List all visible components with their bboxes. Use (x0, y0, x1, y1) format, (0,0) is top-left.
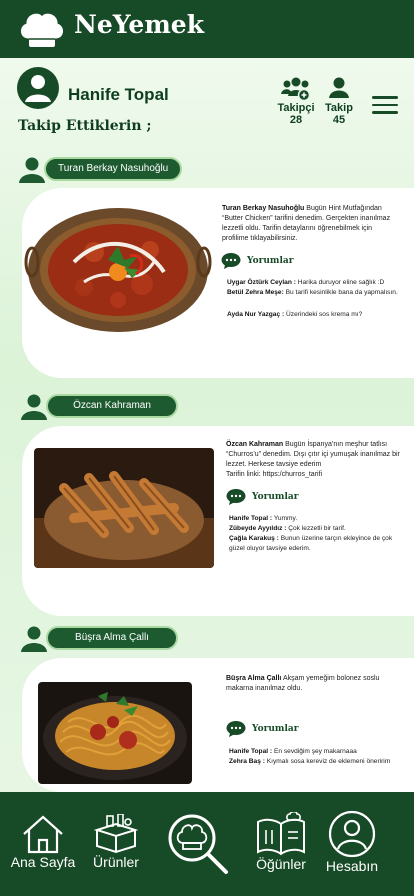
post-link[interactable]: Tarifin linki: https:/churros_tarifi (226, 471, 322, 478)
comments-label: Yorumlar (252, 492, 299, 502)
post-text: Büşra Alma Çallı Akşam yemeğim bolonez s… (226, 674, 402, 694)
nav-home-label: Ana Sayfa (10, 854, 76, 870)
comment-text: Harika duruyor eline sağlık :D (297, 279, 385, 286)
menu-line-icon (372, 111, 398, 114)
post-text: Turan Berkay Nasuhoğlu Bugün Hint Mutfağ… (222, 204, 396, 244)
comment: Zehra Baş : Kıymalı sosa kereviz de ekle… (229, 757, 401, 767)
following-count: 45 (332, 114, 346, 126)
comments-label: Yorumlar (247, 256, 294, 266)
app-title: NeYemek (74, 10, 205, 39)
followers-stat[interactable]: Takipçi 28 (274, 76, 318, 126)
speech-bubble-icon (226, 489, 246, 505)
nav-meals-label: Öğünler (256, 856, 306, 872)
comments-label: Yorumlar (252, 724, 299, 734)
chef-search-icon (168, 814, 228, 874)
comment-user[interactable]: Hanife Topal : (229, 748, 272, 755)
nav-products-label: Ürünler (93, 854, 139, 870)
food-photo[interactable] (24, 192, 212, 342)
followers-label: Takipçi (277, 102, 315, 114)
post-card: Özcan Kahraman Bugün İspanya’nın meşhur … (22, 426, 414, 616)
nav-account-label: Hesabın (325, 858, 379, 874)
speech-bubble-icon (221, 253, 241, 269)
nav-account[interactable]: Hesabın (318, 810, 386, 874)
followers-count: 28 (289, 114, 303, 126)
following-section-title: Takip Ettiklerin ; (18, 118, 152, 134)
following-stat[interactable]: Takip 45 (321, 76, 357, 126)
user-icon (21, 626, 47, 652)
user-icon (21, 394, 47, 420)
avatar[interactable] (16, 66, 60, 110)
user-icon (19, 157, 45, 183)
recipe-book-icon (257, 812, 305, 856)
comment-text: Yummy. (273, 515, 298, 522)
comment-user[interactable]: Ayda Nur Yazgaç : (227, 311, 284, 318)
food-photo[interactable] (38, 682, 192, 784)
grocery-box-icon (93, 814, 139, 854)
comment: Hanife Topal : Yummy. (229, 514, 401, 524)
followers-icon (281, 77, 311, 102)
comments-header[interactable]: Yorumlar (226, 721, 298, 737)
nav-products[interactable]: Ürünler (84, 814, 148, 870)
comment-user[interactable]: Uygar Öztürk Ceylan : (227, 279, 296, 286)
comment: Hanife Topal : En sevdiğim şey makarnaaa (229, 747, 401, 757)
bottom-nav: Ana Sayfa Ürünler Öğünler Hesabın (0, 792, 414, 896)
comment-text: En sevdiğim şey makarnaaa (273, 748, 357, 755)
nav-search[interactable] (164, 810, 230, 876)
comment: Çağla Karakuş : Bunun üzerine tarçın ekl… (229, 534, 401, 553)
comment: Uygar Öztürk Ceylan : Harika duruyor eli… (227, 278, 403, 288)
comment-user[interactable]: Çağla Karakuş : (229, 535, 279, 542)
speech-bubble-icon (226, 721, 246, 737)
comment: Ayda Nur Yazgaç : Üzerindeki sos krema m… (227, 310, 403, 320)
menu-line-icon (372, 103, 398, 106)
comment-text: Çok lezzetli bir tarif. (288, 525, 346, 532)
user-name[interactable]: Hanife Topal (68, 85, 169, 105)
following-label: Takip (325, 102, 353, 114)
post-text-author[interactable]: Özcan Kahraman (226, 441, 283, 448)
comment-user[interactable]: Hanife Topal : (229, 515, 272, 522)
comments-header[interactable]: Yorumlar (221, 253, 293, 269)
post-card: Turan Berkay Nasuhoğlu Bugün Hint Mutfağ… (22, 188, 414, 378)
home-icon (23, 815, 63, 854)
menu-line-icon (372, 96, 398, 99)
food-photo[interactable] (34, 448, 214, 568)
comment-text: Kıymalı sosa kereviz de eklemeni öneriri… (266, 758, 391, 765)
comment: Zübeyde Ayyıldız : Çok lezzetli bir tari… (229, 524, 401, 534)
post-text: Özcan Kahraman Bugün İspanya’nın meşhur … (226, 440, 402, 480)
post-card: Büşra Alma Çallı Akşam yemeğim bolonez s… (22, 658, 414, 792)
top-bar: NeYemek (0, 0, 414, 58)
comment: Betül Zehra Meşe: Bu tarifi kesinlikle b… (227, 288, 403, 298)
comment-user[interactable]: Zehra Baş : (229, 758, 265, 765)
comment-user[interactable]: Betül Zehra Meşe: (227, 289, 284, 296)
post-text-author[interactable]: Büşra Alma Çallı (226, 675, 281, 682)
comment-text: Üzerindeki sos krema mı? (286, 311, 363, 318)
comment-text: Bu tarifi kesinlikle bana da yapmalısın. (285, 289, 398, 296)
post-author-pill[interactable]: Turan Berkay Nasuhoğlu (44, 157, 183, 181)
chef-hat-icon (21, 13, 63, 47)
comments-header[interactable]: Yorumlar (226, 489, 298, 505)
post-text-author[interactable]: Turan Berkay Nasuhoğlu (222, 205, 304, 212)
nav-home[interactable]: Ana Sayfa (6, 814, 80, 870)
following-icon (329, 77, 349, 98)
account-icon (328, 810, 376, 858)
post-author-pill[interactable]: Özcan Kahraman (46, 394, 178, 418)
comment-user[interactable]: Zübeyde Ayyıldız : (229, 525, 286, 532)
nav-meals[interactable]: Öğünler (248, 812, 314, 872)
menu-button[interactable] (372, 96, 398, 116)
post-author-pill[interactable]: Büşra Alma Çallı (46, 626, 178, 650)
